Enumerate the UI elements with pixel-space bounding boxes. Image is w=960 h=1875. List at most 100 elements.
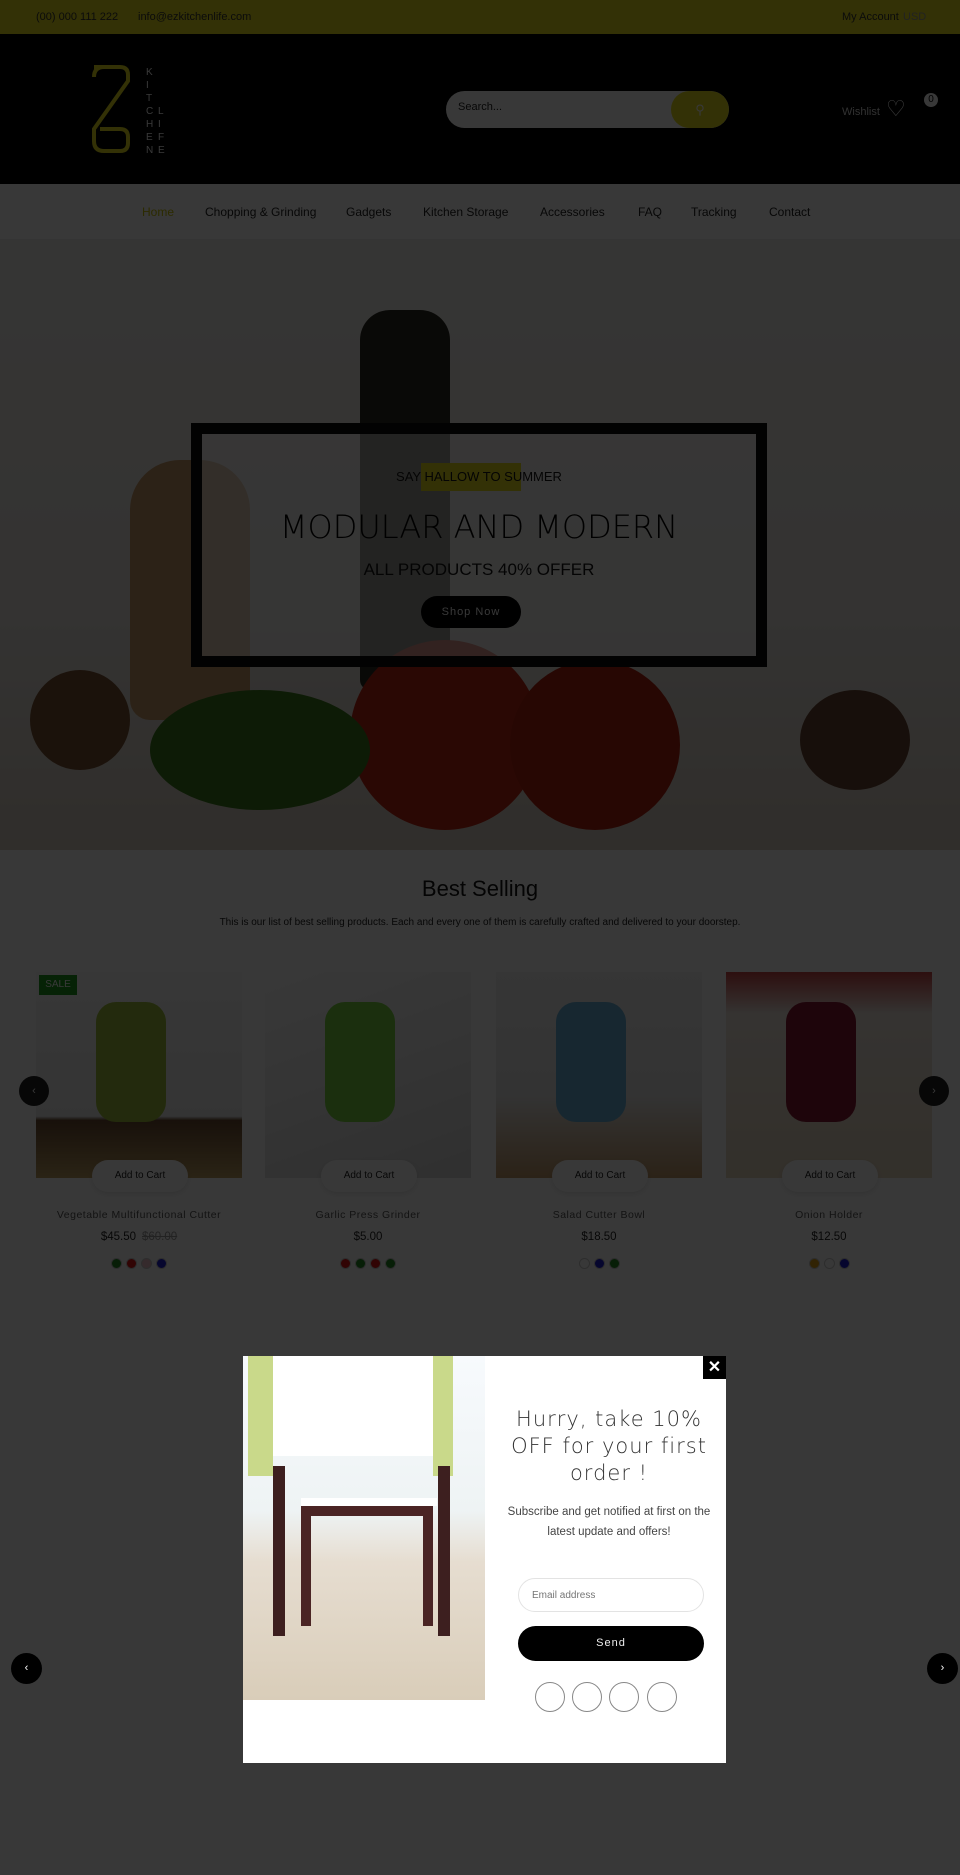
color-swatch[interactable] [156,1258,167,1269]
price: $12.50 [811,1231,847,1243]
product-card[interactable]: Add to Cart Onion Holder $12.50 [726,972,932,1269]
hero-subtitle: ALL PRODUCTS 40% OFFER [363,560,595,579]
basil-image [150,690,370,810]
svg-text:I: I [158,119,161,130]
carousel-prev-button[interactable]: ‹ [19,1076,49,1106]
hero-kicker: SAY HALLOW TO SUMMER [396,469,562,484]
my-account-link[interactable]: My Account [842,11,899,23]
color-swatch[interactable] [838,1258,850,1269]
product-image[interactable]: SALE [36,972,242,1178]
currency-select[interactable]: USD [903,11,926,23]
product-name[interactable]: Onion Holder [726,1209,932,1221]
section-title: Best Selling [421,876,539,901]
product-image[interactable] [496,972,702,1178]
search-input[interactable] [458,101,658,113]
color-swatch[interactable] [578,1258,590,1269]
close-button[interactable]: ✕ [703,1356,726,1379]
chevron-right-icon: › [940,1662,945,1674]
product-card[interactable]: Add to Cart Salad Cutter Bowl $18.50 [496,972,702,1269]
svg-text:C: C [146,106,153,117]
nav-contact[interactable]: Contact [769,205,810,219]
color-swatch[interactable] [141,1258,152,1269]
hero-box: SAY HALLOW TO SUMMER MODULAR AND MODERN … [191,423,767,667]
nav-kitchen-storage[interactable]: Kitchen Storage [423,205,508,219]
social-icon[interactable] [609,1682,639,1712]
chevron-left-icon: ‹ [24,1662,29,1674]
product-card[interactable]: SALE Add to Cart Vegetable Multifunction… [36,972,242,1269]
top-bar: (00) 000 111 222 info@ezkitchenlife.com … [0,0,960,34]
product-image[interactable] [265,972,471,1178]
carousel-next-button[interactable]: › [919,1076,949,1106]
svg-text:K: K [146,67,153,78]
add-to-cart-button[interactable]: Add to Cart [92,1160,188,1192]
nav-chopping[interactable]: Chopping & Grinding [205,205,316,219]
dining-room-image [243,1356,485,1700]
close-icon: ✕ [707,1359,722,1376]
color-swatch[interactable] [111,1258,122,1269]
nav-accessories[interactable]: Accessories [540,205,605,219]
side-prev-button[interactable]: ‹ [11,1653,42,1684]
color-swatches [36,1256,242,1274]
svg-text:I: I [146,80,149,91]
color-swatch[interactable] [593,1258,605,1269]
hero-title: MODULAR AND MODERN [279,508,679,546]
svg-text:H: H [146,119,153,130]
color-swatch[interactable] [823,1258,835,1269]
add-to-cart-button[interactable]: Add to Cart [782,1160,878,1192]
newsletter-popup: ✕ Hurry, take 10% OFF for your first ord… [243,1356,726,1763]
nav-gadgets[interactable]: Gadgets [346,205,391,219]
price: $18.50 [581,1231,617,1243]
color-swatch[interactable] [608,1258,620,1269]
tomato-image [510,660,680,830]
svg-text:E: E [158,145,165,155]
product-name[interactable]: Garlic Press Grinder [265,1209,471,1221]
wishlist-link[interactable]: Wishlist [842,106,880,118]
nav-faq[interactable]: FAQ [638,205,662,219]
color-swatch[interactable] [355,1258,366,1269]
color-swatch[interactable] [340,1258,351,1269]
color-swatch[interactable] [385,1258,396,1269]
color-swatches [265,1256,471,1274]
side-next-button[interactable]: › [927,1653,958,1684]
product-card[interactable]: Add to Cart Garlic Press Grinder $5.00 [265,972,471,1269]
price: $5.00 [353,1231,383,1243]
email-field[interactable] [518,1578,704,1612]
search-icon: ⚲ [695,102,705,117]
price: $45.50 [100,1231,136,1243]
search-button[interactable]: ⚲ [671,91,729,128]
product-price: $5.00 [265,1231,471,1243]
popup-title: Hurry, take 10% OFF for your first order… [511,1407,707,1485]
color-swatch[interactable] [808,1258,820,1269]
color-swatches [496,1256,702,1274]
main-nav: Home Chopping & Grinding Gadgets Kitchen… [0,184,960,240]
social-icon[interactable] [535,1682,565,1712]
product-price: $45.50 $60.00 [36,1231,242,1243]
mushroom-image [30,670,130,770]
add-to-cart-button[interactable]: Add to Cart [321,1160,417,1192]
shop-now-button[interactable]: Shop Now [421,596,521,628]
email-link[interactable]: info@ezkitchenlife.com [138,11,251,23]
social-icon[interactable] [647,1682,677,1712]
sale-badge: SALE [39,975,77,995]
nav-home[interactable]: Home [142,205,174,219]
product-name[interactable]: Salad Cutter Bowl [496,1209,702,1221]
send-button[interactable]: Send [518,1626,704,1661]
logo[interactable]: K IT CH EN LI FE [86,65,176,155]
section-subtitle: This is our list of best selling product… [219,917,741,928]
nav-tracking[interactable]: Tracking [691,205,737,219]
add-to-cart-button[interactable]: Add to Cart [552,1160,648,1192]
product-image[interactable] [726,972,932,1178]
hero-banner: SAY HALLOW TO SUMMER MODULAR AND MODERN … [0,240,960,850]
color-swatches [726,1256,932,1274]
phone[interactable]: (00) 000 111 222 [36,11,118,23]
svg-text:E: E [146,132,153,143]
social-icon[interactable] [572,1682,602,1712]
chevron-left-icon: ‹ [32,1085,36,1097]
product-name[interactable]: Vegetable Multifunctional Cutter [36,1209,242,1221]
chevron-right-icon: › [932,1085,936,1097]
color-swatch[interactable] [126,1258,137,1269]
heart-icon[interactable]: ♡ [886,96,906,122]
mushroom-image [800,690,910,790]
svg-text:N: N [146,145,153,155]
color-swatch[interactable] [370,1258,381,1269]
